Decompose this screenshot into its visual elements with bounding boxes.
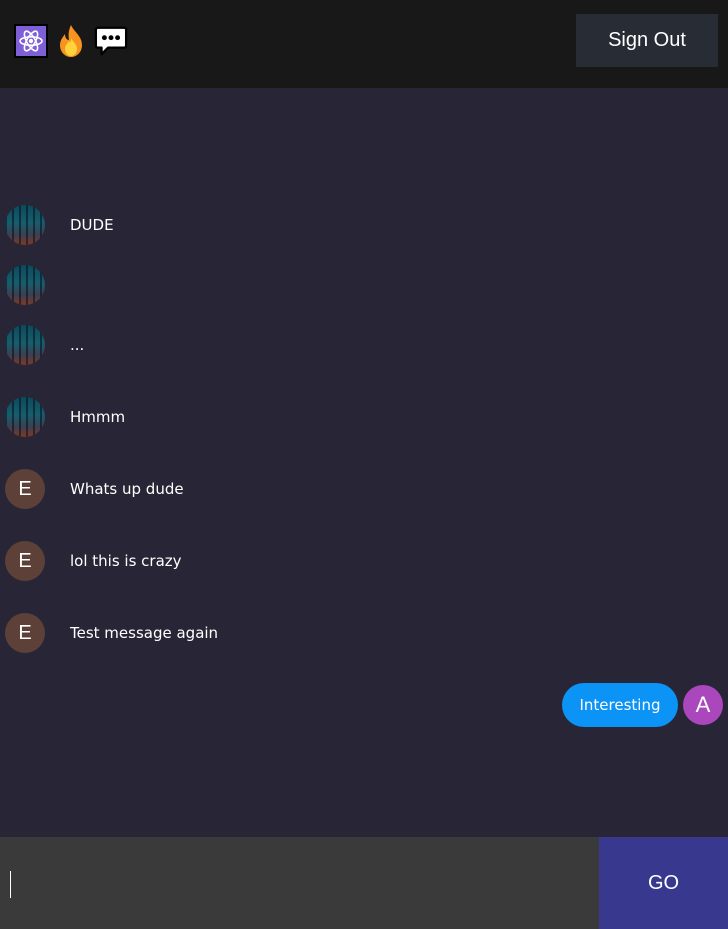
user-avatar-initial: E: [5, 541, 45, 581]
received-message: E Whats up dude: [0, 469, 728, 509]
received-message: E lol this is crazy: [0, 541, 728, 581]
message-list: DUDE ... Hmmm E Whats up dude E lol this…: [0, 88, 728, 837]
atom-icon: [14, 24, 48, 58]
received-message: [0, 265, 728, 305]
message-text: DUDE: [70, 216, 114, 234]
message-input[interactable]: [0, 837, 599, 929]
user-avatar-photo: [5, 205, 45, 245]
logo-group: [14, 24, 128, 58]
user-avatar-photo: [5, 397, 45, 437]
received-message: E Test message again: [0, 613, 728, 653]
app-header: Sign Out: [0, 0, 728, 88]
sent-message-bubble: Interesting: [562, 683, 678, 727]
received-message: DUDE: [0, 205, 728, 245]
message-text: lol this is crazy: [70, 552, 182, 570]
own-avatar-initial: A: [683, 685, 723, 725]
message-text: Whats up dude: [70, 480, 184, 498]
fire-icon: [54, 24, 88, 58]
send-button[interactable]: GO: [599, 837, 728, 929]
received-message: Hmmm: [0, 397, 728, 437]
message-text: Test message again: [70, 624, 219, 642]
sign-out-button[interactable]: Sign Out: [576, 14, 718, 67]
message-text: Hmmm: [70, 408, 126, 426]
received-message: ...: [0, 325, 728, 365]
text-caret: [10, 871, 11, 898]
message-text: ...: [70, 336, 85, 354]
user-avatar-photo: [5, 265, 45, 305]
user-avatar-photo: [5, 325, 45, 365]
message-composer: GO: [0, 837, 728, 929]
user-avatar-initial: E: [5, 613, 45, 653]
user-avatar-initial: E: [5, 469, 45, 509]
speech-bubble-icon: [94, 24, 128, 58]
